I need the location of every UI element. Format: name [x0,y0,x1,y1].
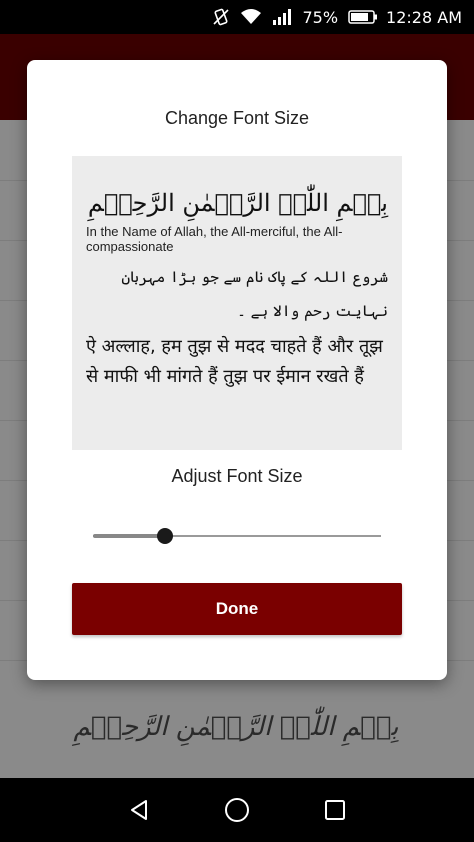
preview-urdu-text: شروع اللہ کے پاک نام سے جو بڑا مہربان نہ… [121,268,388,320]
recents-icon[interactable] [321,796,349,824]
battery-percent: 75% [302,7,339,27]
wifi-icon [240,8,262,26]
preview-english-text: In the Name of Allah, the All-merciful, … [86,224,343,254]
preview-arabic-text: بِسۡمِ اللّٰہِ الرَّحۡمٰنِ الرَّحِیۡمِ [87,189,388,217]
preview-hindi-text: ऐ अल्लाह, हम तुझ से मदद चाहते हैं और तूझ… [86,336,383,387]
clock-time: 12:28 AM [386,7,462,27]
font-size-dialog: Change Font Size بِسۡمِ اللّٰہِ الرَّحۡم… [27,60,447,680]
dialog-title: Change Font Size [164,108,310,128]
status-bar: 75% 12:28 AM [0,0,474,34]
navigation-bar [0,778,474,842]
home-icon[interactable] [223,796,251,824]
adjust-font-size-label: Adjust Font Size [171,466,303,486]
back-icon[interactable] [125,796,153,824]
done-button[interactable]: Done [72,583,402,635]
background-verse: بِسۡمِ اللّٰہِ الرَّحۡمٰنِ الرَّحِیۡمِ [73,712,399,742]
battery-icon [348,9,378,25]
font-preview-panel: بِسۡمِ اللّٰہِ الرَّحۡمٰنِ الرَّحِیۡمِ I… [72,156,402,450]
font-size-slider[interactable] [93,526,381,546]
slider-thumb[interactable] [157,528,173,544]
vibrate-icon [212,8,230,26]
signal-icon [272,9,292,25]
slider-fill [93,534,165,538]
